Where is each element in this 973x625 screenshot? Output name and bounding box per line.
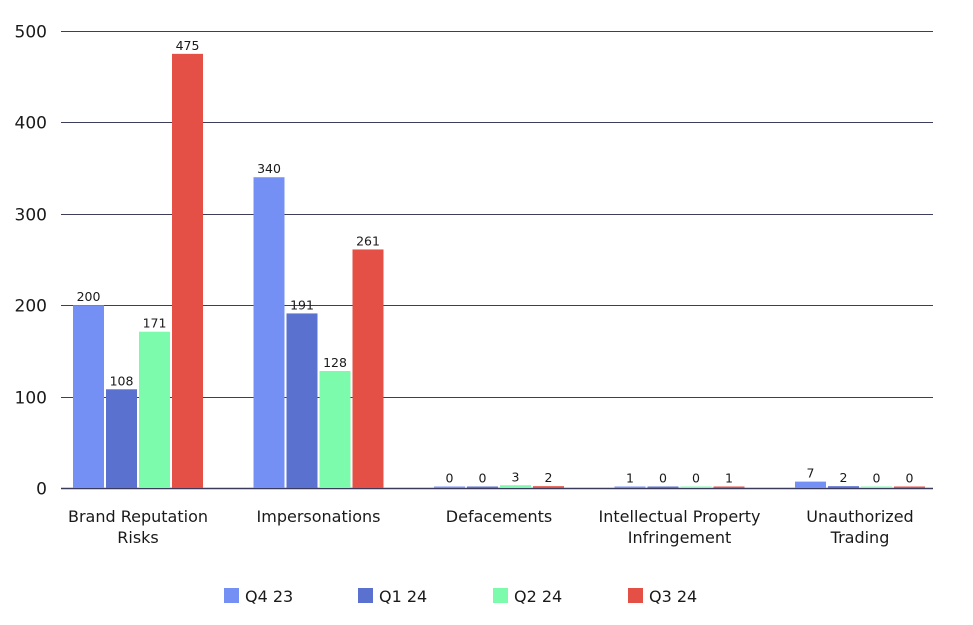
data-label: 0 — [659, 471, 667, 486]
data-label: 2 — [840, 470, 848, 485]
legend-label: Q2 24 — [514, 587, 562, 606]
x-tick-label: Intellectual Property — [599, 507, 761, 526]
data-label: 2 — [545, 470, 553, 485]
bar — [680, 486, 712, 488]
data-label: 1 — [626, 471, 634, 486]
data-label: 200 — [77, 289, 101, 304]
legend-item: Q2 24 — [493, 587, 562, 606]
y-tick-label: 500 — [15, 23, 47, 43]
y-axis-ticks: 0 100 200 300 400 500 — [15, 23, 47, 500]
bar — [828, 486, 859, 488]
data-label: 171 — [143, 316, 167, 331]
bar — [73, 305, 104, 488]
bar — [352, 249, 384, 488]
x-tick-label: Brand Reputation — [68, 507, 208, 526]
legend-swatch — [224, 588, 239, 603]
bar — [647, 486, 679, 488]
data-label: 475 — [176, 38, 200, 53]
data-label: 108 — [110, 373, 134, 388]
bar — [614, 486, 646, 488]
data-label: 128 — [323, 355, 347, 370]
bar — [106, 389, 137, 488]
bar — [286, 313, 318, 488]
bar — [139, 331, 170, 488]
bar — [434, 486, 465, 488]
bar — [861, 486, 892, 488]
bars — [73, 53, 925, 489]
data-label: 0 — [906, 471, 914, 486]
bar — [253, 177, 285, 489]
data-label: 340 — [257, 161, 281, 176]
data-label: 0 — [692, 471, 700, 486]
category-labels: Brand Reputation Risks Impersonations Defac… — [68, 507, 914, 547]
x-tick-label: Risks — [117, 528, 159, 547]
legend-swatch — [628, 588, 643, 603]
data-label: 0 — [446, 471, 454, 486]
legend-swatch — [358, 588, 373, 603]
x-tick-label: Unauthorized — [806, 507, 913, 526]
bar — [467, 486, 498, 488]
y-tick-label: 0 — [36, 480, 47, 500]
x-tick-label: Defacements — [446, 507, 552, 526]
legend-item: Q1 24 — [358, 587, 427, 606]
legend-label: Q3 24 — [649, 587, 697, 606]
legend: Q4 23 Q1 24 Q2 24 Q3 24 — [224, 587, 697, 606]
data-label: 1 — [725, 471, 733, 486]
bar — [319, 371, 351, 488]
bar-chart: 0100200300400500 20010817147534019112826… — [15, 23, 933, 606]
legend-label: Q1 24 — [379, 587, 427, 606]
data-label: 7 — [807, 466, 815, 481]
legend-item: Q3 24 — [628, 587, 697, 606]
data-label: 0 — [479, 471, 487, 486]
legend-label: Q4 23 — [245, 587, 293, 606]
y-tick-label: 200 — [15, 297, 47, 317]
bar — [713, 486, 745, 488]
bar — [894, 486, 925, 488]
y-tick-label: 400 — [15, 114, 47, 134]
x-tick-label: Infringement — [628, 528, 732, 547]
data-label: 0 — [873, 471, 881, 486]
data-label: 261 — [356, 233, 380, 248]
bar — [500, 485, 531, 488]
bar — [795, 481, 826, 488]
y-tick-label: 300 — [15, 206, 47, 226]
x-tick-label: Trading — [830, 528, 890, 547]
legend-item: Q4 23 — [224, 587, 293, 606]
legend-swatch — [493, 588, 508, 603]
y-tick-label: 100 — [15, 389, 47, 409]
bar — [172, 53, 203, 488]
data-label: 191 — [290, 297, 314, 312]
bar — [533, 486, 564, 488]
data-label: 3 — [512, 469, 520, 484]
x-tick-label: Impersonations — [257, 507, 381, 526]
